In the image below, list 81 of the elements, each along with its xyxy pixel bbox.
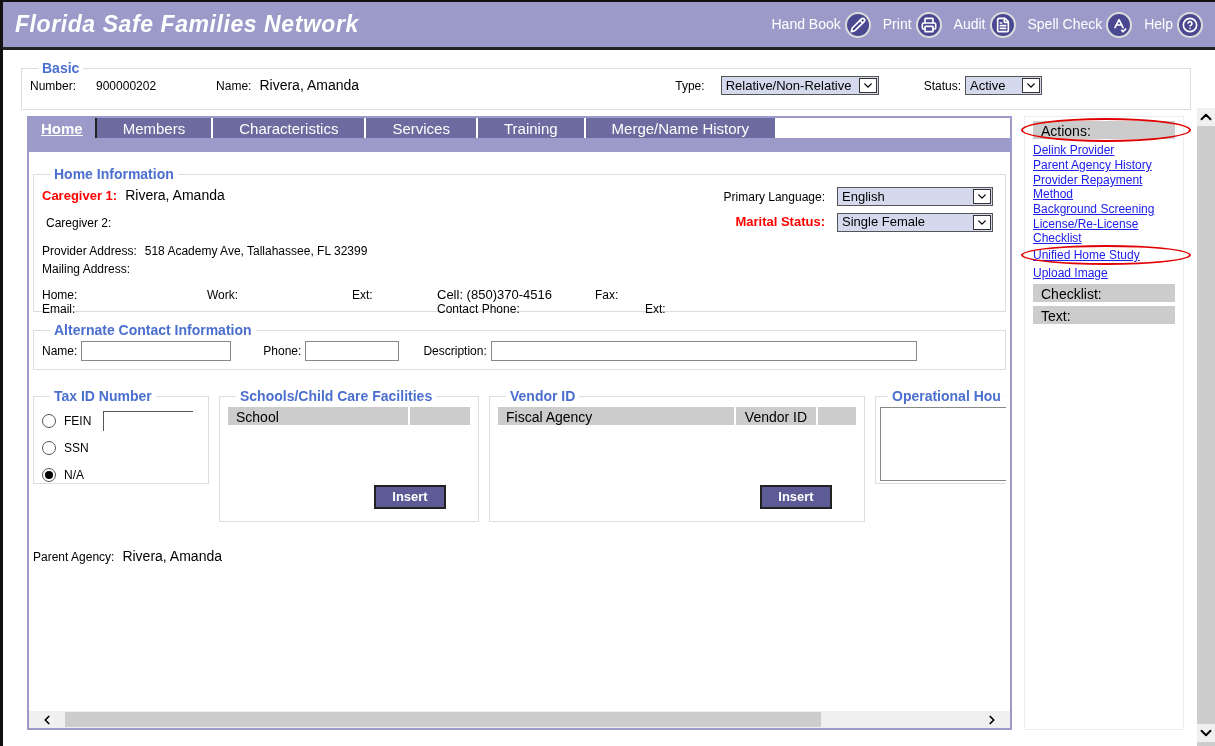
tab[interactable]: Merge/Name History [585,118,778,138]
action-link[interactable]: Upload Image [1033,266,1175,280]
field-label: Mailing Address: [42,262,131,276]
sidebar-header: Actions: [1033,121,1175,139]
tab[interactable]: Training [477,118,586,138]
field-label: Status: [923,77,961,95]
tab[interactable]: Characteristics [213,118,367,138]
phone-field[interactable] [305,341,400,361]
field-label: Parent Agency: [33,548,115,566]
spell-check-icon[interactable] [1106,11,1133,38]
column-header: School [228,407,408,425]
language-select[interactable]: English [837,187,993,207]
action-link[interactable]: Provider Repayment Method [1033,173,1175,201]
field-label: SSN [64,439,89,457]
name-field[interactable] [81,341,232,361]
field-label: N/A [64,466,84,484]
column-header: Vendor ID [736,407,816,425]
field-label: Number: [30,77,76,95]
type-select[interactable]: Relative/Non-Relative [720,76,879,95]
action-link[interactable]: License/Re-License Checklist [1033,217,1175,245]
field-label: Description: [423,343,487,360]
tab[interactable]: Members [96,118,214,138]
field-label: Fax: [595,288,620,302]
radio-button[interactable] [42,440,56,455]
app-title: Florida Safe Families Network [15,10,359,40]
section-title: Operational Hou [891,387,1002,406]
field-label: Caregiver 2: [46,216,112,230]
field-value: Rivera, Amanda [259,76,360,95]
marital-status-select[interactable]: Single Female [837,212,993,232]
field-label: 900000202 [96,77,157,95]
field-value: Rivera, Amanda [125,186,225,205]
pencil-icon[interactable] [844,11,871,38]
field-label: Caregiver 1: [42,186,118,205]
scroll-down-icon[interactable] [1197,724,1215,742]
section-title: Home Information [53,165,175,184]
field-label: Ext: [352,288,374,302]
operational-hours-field[interactable] [880,407,1006,481]
field-label: Home: [42,288,79,302]
scroll-up-icon[interactable] [1197,108,1215,126]
action-link[interactable]: Parent Agency History [1033,158,1175,172]
radio-button[interactable] [42,467,56,482]
section-title: Vendor ID [509,387,577,406]
tab[interactable]: Services [366,118,478,138]
action-link[interactable]: Background Screening [1033,202,1175,216]
radio-button[interactable] [42,413,56,428]
action-link[interactable]: Unified Home Study [1033,248,1175,262]
field-label: Name: [42,343,78,360]
insert-button[interactable]: Insert [760,485,832,509]
status-select[interactable]: Active [965,76,1042,95]
field-label: Email: [42,302,77,316]
column-header: Fiscal Agency [498,407,734,425]
fein-field[interactable] [103,410,194,431]
insert-button[interactable]: Insert [374,485,446,509]
field-label: Work: [207,288,240,302]
field-label: Ext: [645,302,667,316]
field-label: Contact Phone: [437,302,521,316]
field-label: Primary Language: [723,188,825,206]
field-label: Marital Status: [734,213,825,232]
section-title: Basic [41,59,81,78]
column-header [818,407,856,425]
field-label: Provider Address: [42,243,137,260]
sidebar-header: Checklist: [1033,284,1175,302]
section-title: Alternate Contact Information [53,321,253,340]
section-title: Tax ID Number [53,387,153,406]
field-label: FEIN [64,412,92,430]
horizontal-scrollbar[interactable] [29,711,1010,728]
field-label: Phone: [263,343,302,360]
description-field[interactable] [490,341,917,361]
printer-icon[interactable] [915,11,942,38]
field-label: Type: [675,77,705,95]
field-label: Cell: (850)370-4516 [437,288,553,302]
field-label: 518 Academy Ave, Tallahassee, FL 32399 [144,243,368,260]
column-header [410,407,470,425]
document-icon[interactable] [989,11,1016,38]
help-icon[interactable] [1177,11,1203,38]
vertical-scrollbar[interactable] [1197,108,1215,746]
field-label: Name: [216,77,252,95]
field-value: Rivera, Amanda [122,547,222,566]
action-link[interactable]: Delink Provider [1033,143,1175,157]
sidebar-header: Text: [1033,306,1175,324]
section-title: Schools/Child Care Facilities [239,387,434,406]
